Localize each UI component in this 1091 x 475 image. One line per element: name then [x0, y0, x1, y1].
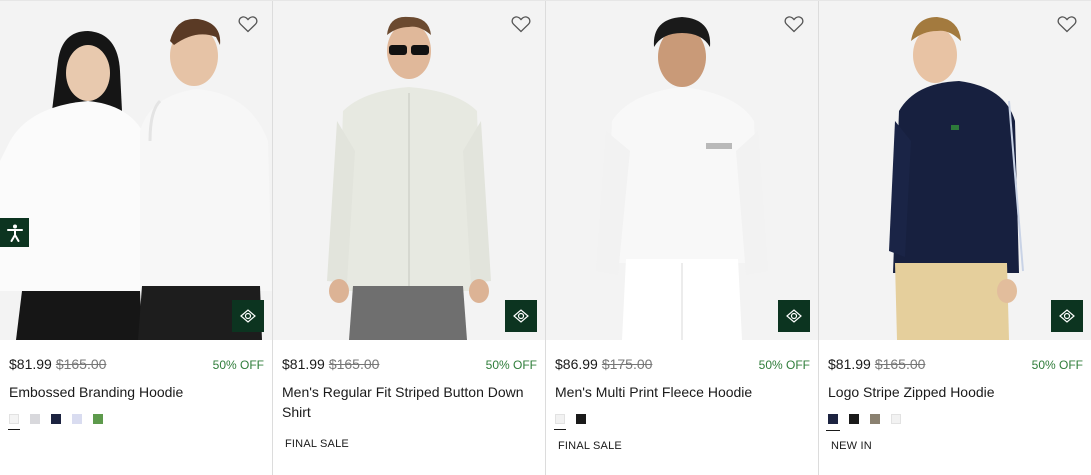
product-card[interactable]: $81.99 $165.00 50% OFF Embossed Branding…: [0, 1, 273, 475]
product-title[interactable]: Men's Multi Print Fleece Hoodie: [555, 382, 810, 402]
product-tag: NEW IN: [831, 440, 872, 452]
product-price: $81.99: [282, 356, 325, 372]
wishlist-heart-icon[interactable]: [784, 15, 804, 33]
wishlist-heart-icon[interactable]: [511, 15, 531, 33]
product-image[interactable]: [0, 1, 272, 340]
product-grid: $81.99 $165.00 50% OFF Embossed Branding…: [0, 0, 1091, 475]
product-card[interactable]: $86.99 $175.00 50% OFF Men's Multi Print…: [546, 1, 819, 475]
product-info: $81.99 $165.00 50% OFF Embossed Branding…: [0, 340, 272, 430]
discount-badge: 50% OFF: [212, 358, 264, 372]
quick-view-button[interactable]: [778, 300, 810, 332]
color-swatch[interactable]: [870, 414, 880, 424]
discount-badge: 50% OFF: [485, 358, 537, 372]
product-title[interactable]: Logo Stripe Zipped Hoodie: [828, 382, 1083, 402]
product-card[interactable]: $81.99 $165.00 50% OFF Logo Stripe Zippe…: [819, 1, 1091, 475]
product-title[interactable]: Men's Regular Fit Striped Button Down Sh…: [282, 382, 537, 422]
accessibility-button[interactable]: [0, 218, 29, 247]
discount-badge: 50% OFF: [758, 358, 810, 372]
product-card[interactable]: $81.99 $165.00 50% OFF Men's Regular Fit…: [273, 1, 546, 475]
color-swatch[interactable]: [8, 414, 20, 430]
color-swatch[interactable]: [849, 414, 859, 424]
color-swatch[interactable]: [51, 414, 61, 424]
accessibility-icon: [6, 224, 23, 242]
color-swatch[interactable]: [826, 414, 840, 431]
product-original-price: $165.00: [328, 356, 380, 372]
product-tag: FINAL SALE: [285, 438, 349, 450]
product-price: $81.99: [828, 356, 871, 372]
product-info: $86.99 $175.00 50% OFF Men's Multi Print…: [546, 340, 818, 452]
eye-icon: [513, 309, 529, 323]
product-image[interactable]: [546, 1, 818, 340]
product-image[interactable]: [273, 1, 545, 340]
color-swatch[interactable]: [554, 414, 566, 430]
product-price: $86.99: [555, 356, 598, 372]
eye-icon: [786, 309, 802, 323]
color-swatch[interactable]: [72, 414, 82, 424]
quick-view-button[interactable]: [1051, 300, 1083, 332]
product-title[interactable]: Embossed Branding Hoodie: [9, 382, 264, 402]
eye-icon: [240, 309, 256, 323]
color-swatch[interactable]: [30, 414, 40, 424]
wishlist-heart-icon[interactable]: [1057, 15, 1077, 33]
wishlist-heart-icon[interactable]: [238, 15, 258, 33]
eye-icon: [1059, 309, 1075, 323]
quick-view-button[interactable]: [232, 300, 264, 332]
product-image[interactable]: [819, 1, 1091, 340]
color-swatches: [826, 414, 1083, 431]
product-info: $81.99 $165.00 50% OFF Men's Regular Fit…: [273, 340, 545, 450]
discount-badge: 50% OFF: [1031, 358, 1083, 372]
product-original-price: $165.00: [55, 356, 107, 372]
product-price: $81.99: [9, 356, 52, 372]
color-swatches: [8, 414, 264, 430]
product-original-price: $165.00: [874, 356, 926, 372]
product-info: $81.99 $165.00 50% OFF Logo Stripe Zippe…: [819, 340, 1091, 452]
color-swatch[interactable]: [576, 414, 586, 424]
quick-view-button[interactable]: [505, 300, 537, 332]
color-swatches: [554, 414, 810, 430]
color-swatch[interactable]: [93, 414, 103, 424]
product-original-price: $175.00: [601, 356, 653, 372]
color-swatch[interactable]: [891, 414, 901, 424]
product-tag: FINAL SALE: [558, 440, 622, 452]
